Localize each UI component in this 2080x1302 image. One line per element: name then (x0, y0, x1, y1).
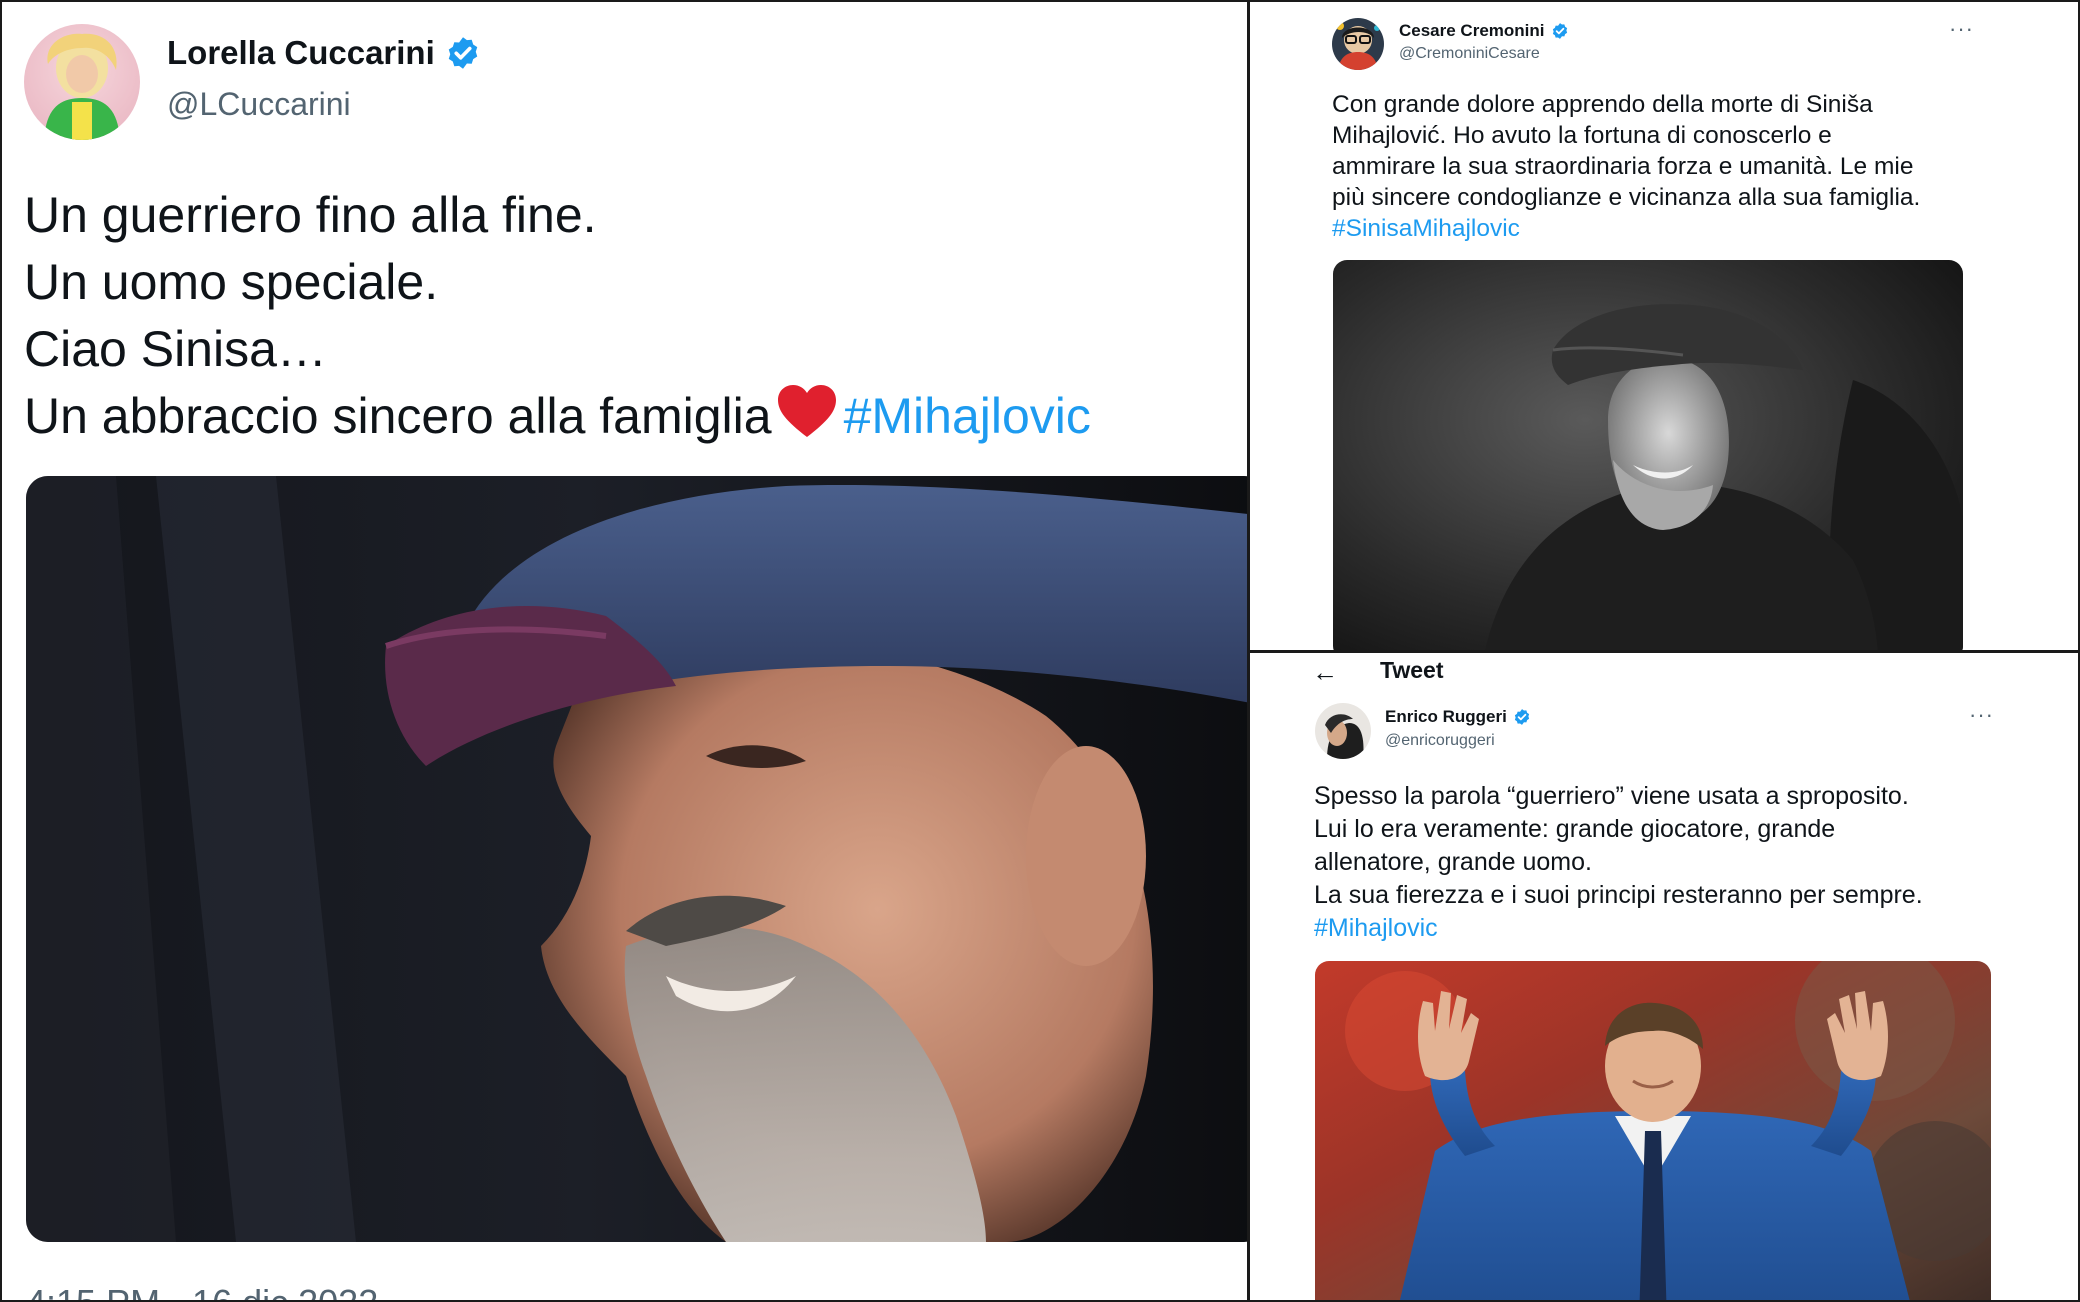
tweet-line: Un abbraccio sincero alla famiglia (24, 388, 772, 444)
hashtag-link[interactable]: #SinisaMihajlovic (1332, 213, 1952, 244)
author-name-row[interactable]: Cesare Cremonini (1399, 21, 1569, 41)
tweet-line: Ciao Sinisa… (24, 321, 327, 377)
man-avatar-icon (1315, 703, 1371, 759)
author-handle[interactable]: @enricoruggeri (1385, 732, 1495, 750)
tweet-line: Mihajlović. Ho avuto la fortuna di conos… (1332, 122, 1832, 149)
author-name[interactable]: Cesare Cremonini (1399, 21, 1545, 41)
author-name-row[interactable]: Lorella Cuccarini (167, 34, 481, 72)
cartoon-avatar-icon (1332, 18, 1384, 70)
panel-divider (0, 0, 2, 1302)
red-heart-icon (777, 385, 836, 437)
tweet-text: Spesso la parola “guerriero” viene usata… (1314, 780, 2014, 945)
tweet-last-line: Un abbraccio sincero alla famiglia #Mihaj… (24, 383, 1244, 450)
hashtag-link[interactable]: #Mihajlovic (844, 388, 1091, 444)
back-arrow-icon[interactable]: ← (1312, 657, 1338, 688)
tweet-line: ammirare la sua straordinaria forza e um… (1332, 153, 1914, 180)
author-name-row[interactable]: Enrico Ruggeri (1385, 707, 1531, 727)
author-name[interactable]: Lorella Cuccarini (167, 34, 435, 72)
more-options-icon[interactable]: ··· (1949, 16, 1974, 42)
man-waving-in-stadium-photo (1315, 961, 1991, 1302)
tweet-photo[interactable] (26, 476, 1249, 1242)
hashtag-link[interactable]: #Mihajlovic (1314, 912, 2014, 945)
more-options-icon[interactable]: ··· (1969, 702, 1994, 728)
verified-badge-icon (1514, 709, 1529, 725)
tweet-line: Lui lo era veramente: grande giocatore, … (1314, 815, 1836, 843)
avatar[interactable] (24, 24, 140, 140)
tweet-line: allenatore, grande uomo. (1314, 848, 1592, 876)
tweet-panel-cremonini: Cesare Cremonini @CremoniniCesare ··· Co… (1249, 0, 2080, 652)
woman-avatar-icon (24, 24, 140, 140)
page-title: Tweet (1380, 657, 1444, 683)
panel-divider (0, 0, 2080, 2)
tweet-line: Spesso la parola “guerriero” viene usata… (1314, 782, 1909, 810)
tweet-line: più sincere condoglianze e vicinanza all… (1332, 184, 1921, 211)
tweet-text: Un guerriero fino alla fine. Un uomo spe… (24, 182, 1244, 450)
tweet-panel-ruggeri: ← Tweet Enrico Ruggeri @enricoruggeri ··… (1249, 652, 2080, 1302)
author-handle[interactable]: @CremoniniCesare (1399, 45, 1540, 63)
tweet-line: Un uomo speciale. (24, 254, 439, 310)
tweet-line: La sua fierezza e i suoi principi rester… (1314, 881, 1923, 909)
tweet-line: Con grande dolore apprendo della morte d… (1332, 91, 1873, 118)
tweet-line: Un guerriero fino alla fine. (24, 187, 597, 243)
man-in-cap-photo (26, 476, 1249, 1242)
author-handle[interactable]: @LCuccarini (167, 86, 351, 123)
tweet-photo[interactable] (1315, 961, 1991, 1302)
avatar[interactable] (1315, 703, 1371, 759)
tweet-timestamp[interactable]: 4:15 PM · 16 dic 2022 (26, 1282, 378, 1302)
author-name[interactable]: Enrico Ruggeri (1385, 707, 1507, 727)
black-and-white-portrait-photo (1333, 260, 1963, 652)
avatar[interactable] (1332, 18, 1384, 70)
tweet-text: Con grande dolore apprendo della morte d… (1332, 89, 1952, 244)
tweet-panel-cuccarini: Lorella Cuccarini @LCuccarini Un guerrie… (0, 0, 1249, 1302)
tweet-photo[interactable] (1333, 260, 1963, 652)
panel-divider (1249, 650, 2080, 653)
verified-badge-icon (1552, 23, 1567, 39)
verified-badge-icon (448, 37, 478, 69)
